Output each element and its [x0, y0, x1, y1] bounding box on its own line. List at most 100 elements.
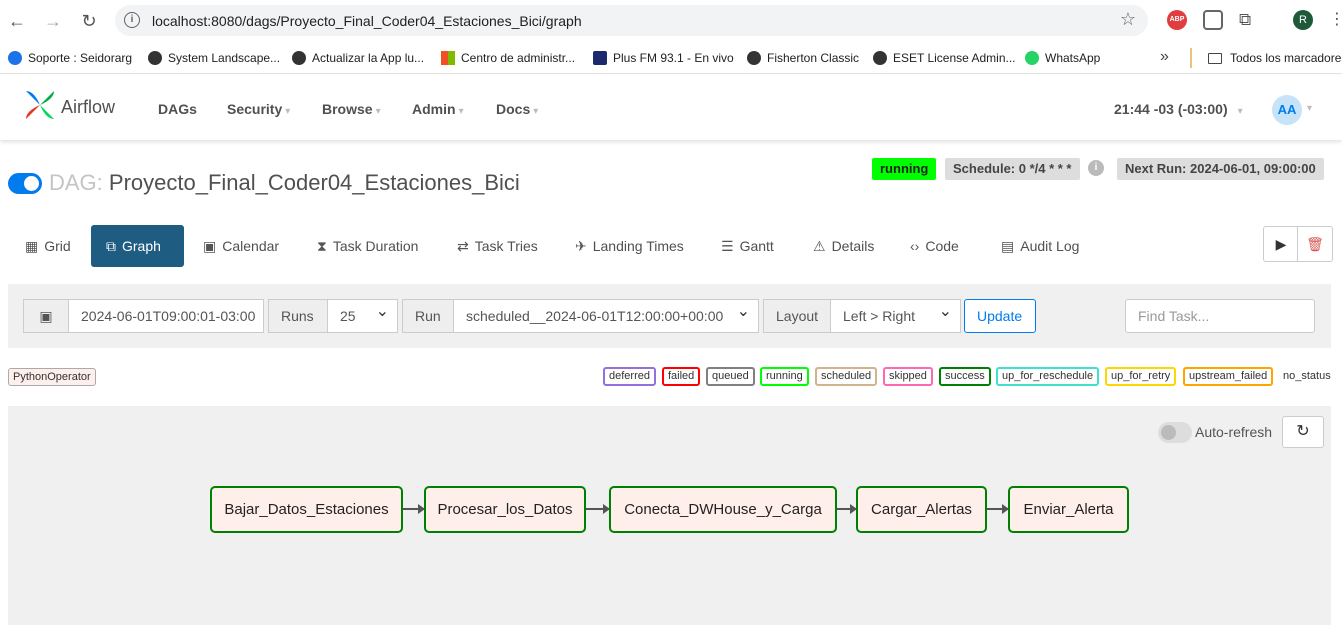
- run-select[interactable]: scheduled__2024-06-01T12:00:00+00:00: [453, 299, 759, 333]
- state-running[interactable]: running: [760, 367, 809, 386]
- gantt-icon: ☰: [721, 238, 734, 254]
- address-bar[interactable]: i localhost:8080/dags/Proyecto_Final_Cod…: [115, 5, 1148, 36]
- delete-dag-button[interactable]: 🗑: [1297, 226, 1333, 262]
- trash-icon: 🗑: [1306, 236, 1324, 252]
- nav-security[interactable]: Security ▾: [227, 101, 290, 117]
- bookmark-item[interactable]: Plus FM 93.1 - En vivo: [593, 51, 734, 65]
- bookmark-item[interactable]: System Landscape...: [148, 51, 280, 65]
- update-button[interactable]: Update: [964, 299, 1036, 333]
- filter-bar: ▣ 2024-06-01T09:00:01-03:00 Runs 25 Run …: [8, 284, 1331, 348]
- tab-gantt[interactable]: ☰ Gantt: [721, 225, 774, 267]
- nav-browse[interactable]: Browse ▾: [322, 101, 381, 117]
- state-failed[interactable]: failed: [662, 367, 701, 386]
- tab-landing-times[interactable]: ✈ Landing Times: [575, 225, 684, 267]
- bookmark-item[interactable]: Actualizar la App lu...: [292, 51, 424, 65]
- tab-audit-log[interactable]: ▤ Audit Log: [1001, 225, 1079, 267]
- user-avatar[interactable]: AA: [1272, 95, 1302, 125]
- task-node[interactable]: Procesar_los_Datos: [424, 486, 586, 533]
- state-skipped[interactable]: skipped: [883, 367, 933, 386]
- retry-icon: ⇄: [457, 238, 469, 254]
- dag-pause-toggle[interactable]: [8, 173, 42, 194]
- caret-down-icon: ▾: [285, 106, 291, 117]
- nav-dags[interactable]: DAGs: [158, 101, 197, 117]
- calendar-picker-button[interactable]: ▣: [23, 299, 69, 333]
- task-node[interactable]: Enviar_Alerta: [1008, 486, 1129, 533]
- state-deferred[interactable]: deferred: [603, 367, 656, 386]
- state-upstream-failed[interactable]: upstream_failed: [1183, 367, 1274, 386]
- bookmarks-bar: Soporte : Seidorarg System Landscape... …: [0, 42, 1342, 74]
- refresh-icon: ↻: [1296, 423, 1310, 440]
- auto-refresh-toggle[interactable]: [1158, 422, 1192, 443]
- warning-icon: ⚠: [813, 238, 826, 254]
- microsoft-icon: [441, 51, 455, 65]
- airflow-navbar: Airflow DAGs Security ▾ Browse ▾ Admin ▾ Do…: [0, 75, 1342, 140]
- bookmark-favicon-icon: [8, 51, 22, 65]
- all-bookmarks-folder[interactable]: Todos los marcadores: [1208, 51, 1342, 65]
- browser-menu-icon[interactable]: ⋮: [1329, 10, 1342, 30]
- caret-down-icon: ▾: [375, 106, 381, 117]
- extension-icon[interactable]: [1203, 10, 1223, 30]
- execution-date-input[interactable]: 2024-06-01T09:00:01-03:00: [68, 299, 264, 333]
- nav-admin[interactable]: Admin ▾: [412, 101, 464, 117]
- tab-task-tries[interactable]: ⇄ Task Tries: [457, 225, 538, 267]
- refresh-button[interactable]: ↻: [1282, 416, 1324, 448]
- dag-id: Proyecto_Final_Coder04_Estaciones_Bici: [108, 170, 520, 195]
- state-no-status[interactable]: no_status: [1277, 367, 1337, 386]
- bookmark-item[interactable]: WhatsApp: [1025, 51, 1100, 65]
- bookmark-star-icon[interactable]: ☆: [1120, 9, 1136, 30]
- grid-icon: ▦: [25, 238, 39, 254]
- whatsapp-icon: [1025, 51, 1039, 65]
- reload-icon[interactable]: ↻: [78, 10, 100, 32]
- tab-details[interactable]: ⚠ Details: [813, 225, 874, 267]
- state-up-for-reschedule[interactable]: up_for_reschedule: [996, 367, 1100, 386]
- task-node[interactable]: Bajar_Datos_Estaciones: [210, 486, 403, 533]
- forward-icon[interactable]: →: [42, 10, 64, 32]
- tab-task-duration[interactable]: ⧗ Task Duration: [317, 225, 418, 267]
- operator-legend[interactable]: PythonOperator: [8, 368, 96, 386]
- bookmarks-divider: [1190, 48, 1192, 68]
- runs-label: Runs: [268, 299, 328, 333]
- code-icon: ‹›: [910, 238, 920, 254]
- auto-refresh-label: Auto-refresh: [1195, 424, 1273, 440]
- caret-down-icon: ▾: [1237, 106, 1243, 117]
- task-node[interactable]: Conecta_DWHouse_y_Carga: [609, 486, 837, 533]
- back-icon[interactable]: ←: [6, 10, 28, 32]
- nav-docs[interactable]: Docs ▾: [496, 101, 538, 117]
- folder-icon: [1208, 53, 1222, 64]
- site-info-icon[interactable]: i: [124, 12, 140, 28]
- task-node[interactable]: Cargar_Alertas: [856, 486, 987, 533]
- bookmark-item[interactable]: Soporte : Seidorarg: [8, 51, 132, 65]
- globe-icon: [873, 51, 887, 65]
- page-title: DAG: Proyecto_Final_Coder04_Estaciones_B…: [49, 170, 520, 195]
- tab-calendar[interactable]: ▣ Calendar: [203, 225, 279, 267]
- runs-select[interactable]: 25: [327, 299, 398, 333]
- timezone-clock[interactable]: 21:44 -03 (-03:00) ▾: [1114, 101, 1243, 117]
- airflow-brand[interactable]: Airflow: [61, 97, 115, 118]
- calendar-icon: ▣: [39, 308, 53, 324]
- globe-icon: [148, 51, 162, 65]
- layout-select[interactable]: Left > Right: [830, 299, 961, 333]
- layout-label: Layout: [763, 299, 831, 333]
- adblock-extension-icon[interactable]: ABP: [1167, 10, 1187, 30]
- info-icon[interactable]: i: [1088, 160, 1104, 176]
- bookmark-item[interactable]: Fisherton Classic: [747, 51, 859, 65]
- find-task-input[interactable]: Find Task...: [1125, 299, 1315, 333]
- tab-graph[interactable]: ⧉ Graph: [91, 225, 184, 267]
- graph-icon: ⧉: [106, 238, 116, 254]
- profile-avatar[interactable]: R: [1293, 10, 1313, 30]
- tab-code[interactable]: ‹› Code: [910, 225, 959, 267]
- extensions-puzzle-icon[interactable]: ⧉: [1239, 10, 1259, 30]
- schedule-badge: Schedule: 0 */4 * * *: [945, 158, 1080, 180]
- bookmark-item[interactable]: Centro de administr...: [441, 51, 575, 65]
- state-scheduled[interactable]: scheduled: [815, 367, 878, 386]
- state-up-for-retry[interactable]: up_for_retry: [1105, 367, 1177, 386]
- airflow-logo-icon[interactable]: [22, 87, 58, 123]
- trigger-dag-button[interactable]: ▶: [1263, 226, 1299, 262]
- state-queued[interactable]: queued: [706, 367, 755, 386]
- state-success[interactable]: success: [939, 367, 991, 386]
- tab-grid[interactable]: ▦ Grid: [25, 225, 71, 267]
- more-bookmarks-icon[interactable]: »: [1160, 48, 1169, 66]
- caret-down-icon[interactable]: ▾: [1307, 103, 1312, 114]
- url-text[interactable]: localhost:8080/dags/Proyecto_Final_Coder…: [152, 13, 582, 29]
- bookmark-item[interactable]: ESET License Admin...: [873, 51, 1016, 65]
